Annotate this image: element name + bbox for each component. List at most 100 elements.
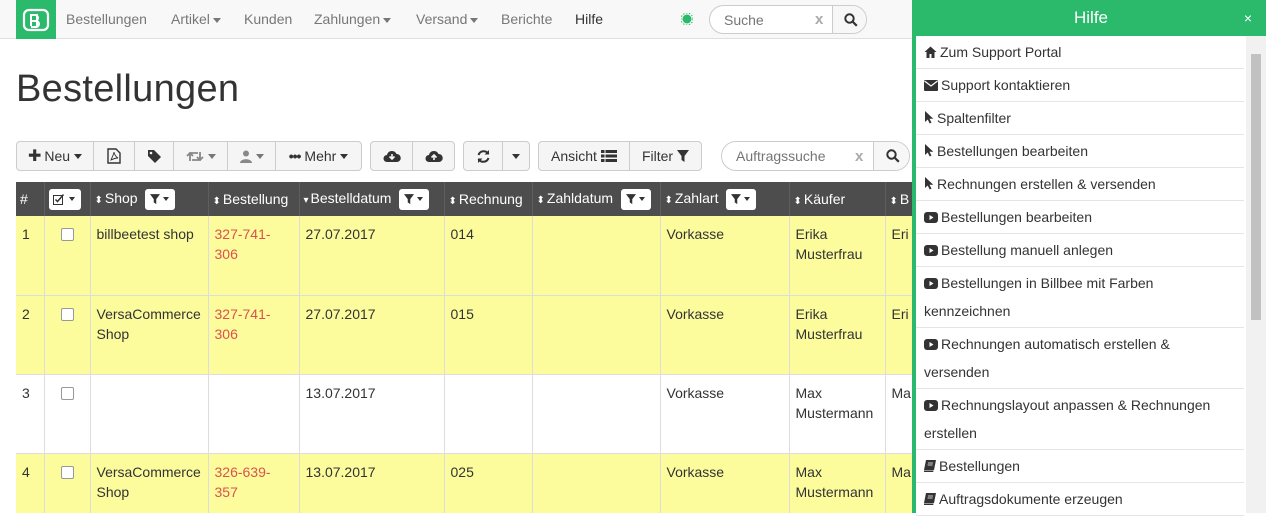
row-number: 4 [16,453,45,513]
nav-hilfe[interactable]: Hilfe [575,11,603,27]
shop-filter-button[interactable] [145,188,176,210]
nav-zahlungen[interactable]: Zahlungen [314,11,392,27]
header-pay-date[interactable]: ⬍ Zahldatum [532,182,661,216]
header-payment[interactable]: ⬍ Zahlart [660,182,790,216]
cloud-upload-icon [425,150,443,162]
row-shop: VersaCommerce Shop [90,453,209,513]
chevron-down-icon [470,17,479,23]
cloud-upload-button[interactable] [412,141,455,171]
row-payment: Vorkasse [660,453,790,513]
close-icon[interactable]: × [1244,0,1252,36]
row-order-date: 27.07.2017 [299,216,445,296]
filter-icon [625,193,636,204]
user-button[interactable] [227,141,276,171]
row-checkbox[interactable] [60,307,74,321]
sort-icon: ⬍ [793,196,802,207]
help-item-video-colors[interactable]: Bestellungen in Billbee mit Farben kennz… [916,267,1244,328]
table-row[interactable]: 1 billbeetest shop 327-741-306 27.07.201… [16,216,913,296]
table-row[interactable]: 4 VersaCommerce Shop 326-639-357 13.07.2… [16,453,913,513]
row-order-link[interactable] [208,374,300,454]
help-item-doc-orders[interactable]: Bestellungen [916,450,1244,483]
cursor-icon [925,144,934,157]
header-shop[interactable]: ⬍ Shop [90,182,209,216]
pdf-button[interactable] [93,141,135,171]
order-search: x [721,141,910,171]
date-filter-button[interactable] [399,188,430,210]
row-shop: VersaCommerce Shop [90,295,209,375]
chevron-down-icon [74,153,83,159]
order-search-button[interactable] [873,142,909,170]
nav-berichte[interactable]: Berichte [501,11,552,27]
view-button[interactable]: Ansicht [538,141,630,171]
clear-search-icon[interactable]: x [815,11,823,28]
help-item-contact-support[interactable]: Support kontaktieren [916,69,1244,102]
row-checkbox[interactable] [60,386,74,400]
brand-logo[interactable] [16,0,56,39]
cursor-icon [925,111,934,124]
envelope-icon [924,80,938,91]
help-item-create-invoices[interactable]: Rechnungen erstellen & versenden [916,168,1244,201]
header-order-date[interactable]: ▾ Bestelldatum [299,182,445,216]
chevron-down-icon [638,196,645,201]
video-icon [924,245,938,256]
row-checkbox[interactable] [60,228,74,241]
help-item-video-auto-invoices[interactable]: Rechnungen automatisch erstellen & verse… [916,328,1244,389]
help-scroll-thumb[interactable] [1251,54,1261,320]
select-all-dropdown[interactable] [48,188,81,210]
row-buyer: Max Mustermann [789,453,886,513]
new-button[interactable]: ✚ Neu [16,141,94,171]
cursor-icon [925,177,934,190]
sort-icon: ⬍ [536,194,545,206]
row-pay-date [532,295,661,375]
row-order-link[interactable]: 327-741-306 [208,295,300,375]
row-shop [90,374,209,454]
row-checkbox[interactable] [60,465,74,479]
help-item-column-filter[interactable]: Spaltenfilter [916,102,1244,135]
global-search: x [709,5,867,34]
pdf-file-icon [107,148,121,164]
help-scrollbar[interactable] [1246,36,1266,513]
row-payment: Vorkasse [660,295,790,375]
nav-bestellungen[interactable]: Bestellungen [66,11,147,27]
row-order-link[interactable]: 326-639-357 [208,453,300,513]
help-item-video-invoice-layout[interactable]: Rechnungslayout anpassen & Rechnungen er… [916,389,1244,450]
help-item-doc-order-documents[interactable]: Auftragsdokumente erzeugen [916,483,1244,516]
row-payment: Vorkasse [660,216,790,296]
nav-artikel[interactable]: Artikel [171,11,221,27]
clear-order-search-icon[interactable]: x [855,148,863,165]
row-select-cell [44,295,91,375]
header-more[interactable]: ⬍ B [885,182,913,216]
cloud-download-button[interactable] [370,141,413,171]
nav-versand[interactable]: Versand [416,11,479,27]
order-search-input[interactable] [722,142,850,170]
help-item-video-manual-order[interactable]: Bestellung manuell anlegen [916,234,1244,267]
header-order[interactable]: ⬍ Bestellung [208,182,300,216]
payment-filter-button[interactable] [726,188,757,210]
row-select-cell [44,374,91,454]
row-invoice: 014 [444,216,533,296]
retweet-button[interactable] [173,141,228,171]
row-extra: Eri Mu [885,216,913,296]
help-item-support-portal[interactable]: Zum Support Portal [916,36,1244,69]
refresh-button[interactable] [463,141,503,171]
checkbox-checked-icon [52,193,64,205]
more-button[interactable]: ••• Mehr [275,141,362,171]
top-navbar: Bestellungen Artikel Kunden Zahlungen Ve… [0,0,912,39]
chevron-down-icon [163,196,170,201]
filter-button[interactable]: Filter [629,141,702,171]
header-invoice[interactable]: ⬍ Rechnung [444,182,533,216]
nav-kunden[interactable]: Kunden [244,11,292,27]
global-search-input[interactable] [710,6,810,33]
help-item-edit-orders[interactable]: Bestellungen bearbeiten [916,135,1244,168]
table-row[interactable]: 3 13.07.2017 Vorkasse Max Mustermann Ma … [16,374,913,454]
row-order-link[interactable]: 327-741-306 [208,216,300,296]
refresh-options-button[interactable] [502,141,530,171]
table-row[interactable]: 2 VersaCommerce Shop 327-741-306 27.07.2… [16,295,913,375]
paydate-filter-button[interactable] [620,188,651,210]
header-buyer[interactable]: ⬍ Käufer [789,182,886,216]
tag-button[interactable] [134,141,174,171]
filter-icon [677,149,690,162]
chevron-down-icon [417,196,424,201]
global-search-button[interactable] [832,6,866,33]
help-item-video-edit-orders[interactable]: Bestellungen bearbeiten [916,201,1244,234]
